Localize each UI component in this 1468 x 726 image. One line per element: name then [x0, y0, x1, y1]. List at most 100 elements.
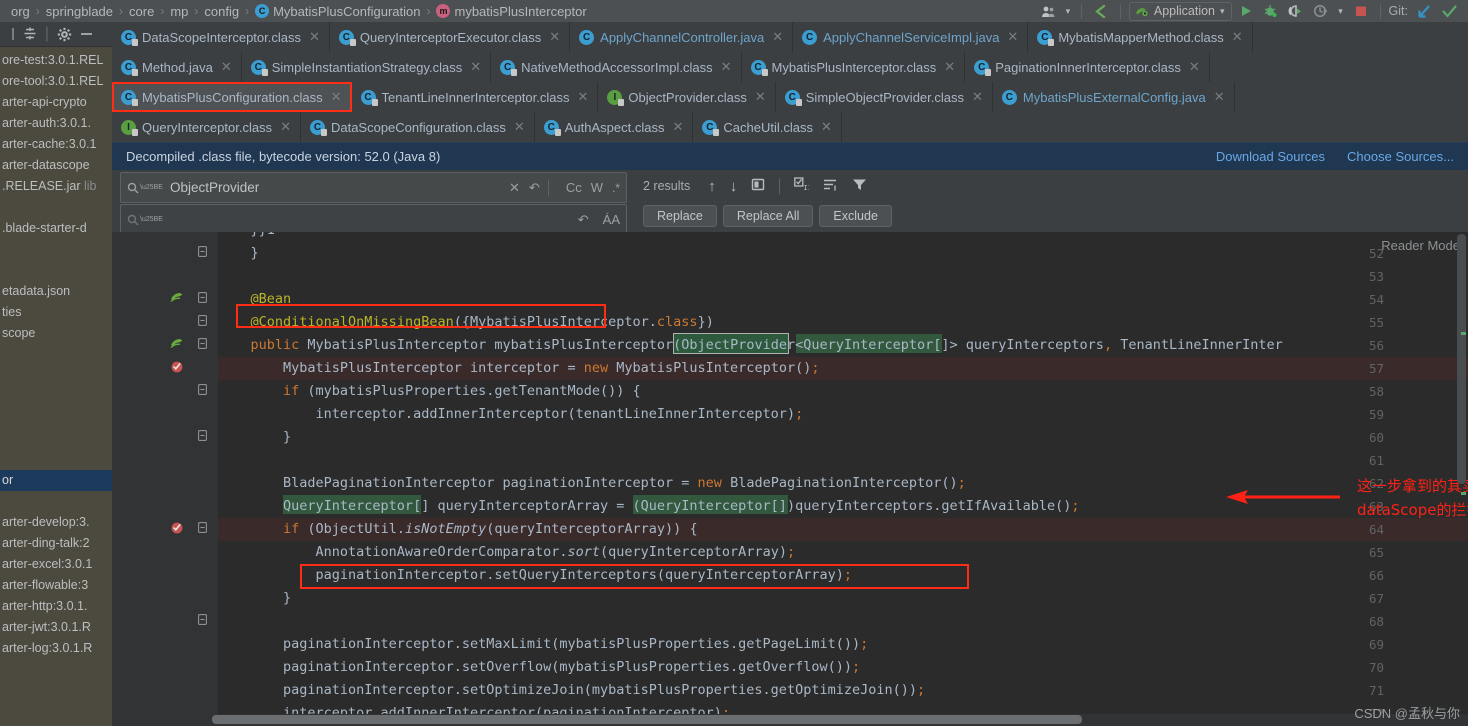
chevron-down-icon[interactable]: ▾: [1220, 6, 1225, 17]
debug-icon[interactable]: [1260, 1, 1282, 21]
tree-item[interactable]: arter-flowable:3: [0, 575, 112, 596]
code-folding-icon[interactable]: [198, 522, 207, 536]
collapse-all-icon[interactable]: [20, 27, 40, 41]
close-icon[interactable]: ✕: [331, 89, 342, 105]
run-icon[interactable]: [1235, 1, 1257, 21]
run-with-coverage-icon[interactable]: [1285, 1, 1307, 21]
editor-tab[interactable]: C AuthAspect.class ✕: [534, 112, 694, 142]
close-icon[interactable]: ✕: [509, 180, 520, 196]
editor-tab[interactable]: C MybatisPlusConfiguration.class ✕: [112, 82, 352, 112]
replace-all-button[interactable]: Replace All: [722, 205, 814, 227]
profiler-icon[interactable]: [1310, 1, 1332, 21]
close-icon[interactable]: ✕: [221, 59, 232, 75]
tree-item[interactable]: ore-tool:3.0.1.REL: [0, 71, 112, 92]
breadcrumb-item-config[interactable]: config: [199, 4, 244, 19]
tree-item[interactable]: ties: [0, 302, 112, 323]
tree-item[interactable]: or: [0, 470, 112, 491]
project-view-icon[interactable]: [4, 27, 18, 41]
arrow-down-icon[interactable]: ↓: [730, 178, 738, 195]
choose-sources-link[interactable]: Choose Sources...: [1347, 149, 1454, 164]
replace-button[interactable]: Replace: [643, 205, 717, 227]
profiler-dropdown-caret-icon[interactable]: ▾: [1335, 1, 1347, 21]
code-folding-icon[interactable]: [198, 246, 207, 260]
tree-item[interactable]: ore-test:3.0.1.REL: [0, 50, 112, 71]
editor-tab[interactable]: C Method.java ✕: [112, 52, 242, 82]
search-input[interactable]: ObjectProvider: [170, 180, 500, 195]
download-sources-link[interactable]: Download Sources: [1216, 149, 1325, 164]
editor-tab[interactable]: C TenantLineInnerInterceptor.class ✕: [351, 82, 599, 112]
tree-item[interactable]: [0, 428, 112, 449]
code-folding-icon[interactable]: [198, 384, 207, 398]
commit-checkmark-icon[interactable]: [1438, 1, 1460, 21]
filter-list-icon[interactable]: [823, 178, 838, 195]
close-icon[interactable]: ✕: [514, 119, 525, 135]
close-icon[interactable]: ✕: [1232, 29, 1243, 45]
search-field-row[interactable]: \u25BE ObjectProvider ✕ ↶ Cc W .*: [120, 172, 627, 203]
code-folding-icon[interactable]: [198, 430, 207, 444]
breadcrumb-item-core[interactable]: core: [124, 4, 159, 19]
breadcrumb-item-org[interactable]: org: [6, 4, 35, 19]
tree-item[interactable]: .blade-starter-d: [0, 218, 112, 239]
breadcrumb-item-method[interactable]: m mybatisPlusInterceptor: [431, 4, 591, 19]
reader-mode-label[interactable]: Reader Mode: [1381, 238, 1460, 253]
close-icon[interactable]: ✕: [972, 89, 983, 105]
tree-item[interactable]: arter-develop:3.: [0, 512, 112, 533]
tree-item[interactable]: [0, 365, 112, 386]
tree-item[interactable]: arter-api-crypto: [0, 92, 112, 113]
editor-tab[interactable]: C SimpleObjectProvider.class ✕: [775, 82, 993, 112]
user-dropdown-caret-icon[interactable]: ▾: [1063, 1, 1073, 21]
editor-tab[interactable]: C MybatisMapperMethod.class ✕: [1028, 22, 1253, 52]
open-in-new-window-icon[interactable]: [751, 178, 765, 195]
spring-bean-gutter-icon[interactable]: [170, 291, 184, 307]
navigate-back-icon[interactable]: [1090, 1, 1112, 21]
close-icon[interactable]: ✕: [1214, 89, 1225, 105]
tree-item[interactable]: [0, 449, 112, 470]
error-stripe-mark[interactable]: [1461, 492, 1466, 495]
whole-words-toggle[interactable]: W: [591, 180, 603, 195]
replace-reset-icon[interactable]: ↶: [578, 212, 589, 228]
error-stripe-mark[interactable]: [1461, 332, 1466, 335]
arrow-up-icon[interactable]: ↑: [708, 178, 716, 195]
spring-bean-gutter-icon[interactable]: [170, 337, 184, 353]
tree-item[interactable]: arter-jwt:3.0.1.R: [0, 617, 112, 638]
code-folding-icon[interactable]: [198, 338, 207, 352]
close-icon[interactable]: ✕: [772, 29, 783, 45]
editor-tab[interactable]: C MybatisPlusInterceptor.class ✕: [741, 52, 966, 82]
editor-tab[interactable]: C SimpleInstantiationStrategy.class ✕: [241, 52, 492, 82]
user-avatar-icon[interactable]: [1038, 1, 1060, 21]
close-icon[interactable]: ✕: [280, 119, 291, 135]
editor-tab[interactable]: C DataScopeConfiguration.class ✕: [300, 112, 535, 142]
editor-tab[interactable]: C ApplyChannelController.java ✕: [570, 22, 794, 52]
breadcrumb-item-mp[interactable]: mp: [165, 4, 193, 19]
close-icon[interactable]: ✕: [944, 59, 955, 75]
tree-item[interactable]: [0, 197, 112, 218]
editor-tab[interactable]: C DataScopeInterceptor.class ✕: [112, 22, 330, 52]
stop-icon[interactable]: [1350, 1, 1372, 21]
replace-field-row[interactable]: \u25BE ↶ ÁA: [120, 204, 627, 235]
run-configuration-selector[interactable]: Application ▾: [1128, 1, 1232, 21]
close-icon[interactable]: ✕: [1007, 29, 1018, 45]
preserve-case-icon[interactable]: ÁA: [603, 212, 620, 227]
close-icon[interactable]: ✕: [821, 119, 832, 135]
code-folding-icon[interactable]: [198, 315, 207, 329]
code-folding-icon[interactable]: [198, 614, 207, 628]
close-icon[interactable]: ✕: [721, 59, 732, 75]
regex-toggle[interactable]: .*: [612, 181, 620, 195]
tree-item[interactable]: [0, 491, 112, 512]
editor-tab[interactable]: C CacheUtil.class ✕: [693, 112, 842, 142]
close-icon[interactable]: ✕: [755, 89, 766, 105]
close-icon[interactable]: ✕: [672, 119, 683, 135]
tree-item[interactable]: arter-ding-talk:2: [0, 533, 112, 554]
editor-tab[interactable]: C NativeMethodAccessorImpl.class ✕: [491, 52, 742, 82]
editor-horizontal-scrollbar-track[interactable]: [112, 714, 1468, 726]
hide-panel-icon[interactable]: [76, 27, 96, 41]
tree-item[interactable]: .RELEASE.jar lib: [0, 176, 112, 197]
breakpoint-icon[interactable]: [170, 521, 184, 537]
editor-horizontal-scrollbar[interactable]: [212, 715, 1082, 724]
close-icon[interactable]: ✕: [309, 29, 320, 45]
editor-tab[interactable]: I ObjectProvider.class ✕: [598, 82, 776, 112]
tree-item[interactable]: [0, 386, 112, 407]
tree-item[interactable]: scope: [0, 323, 112, 344]
editor-tab[interactable]: C QueryInterceptorExecutor.class ✕: [329, 22, 571, 52]
settings-gear-icon[interactable]: [54, 27, 74, 42]
